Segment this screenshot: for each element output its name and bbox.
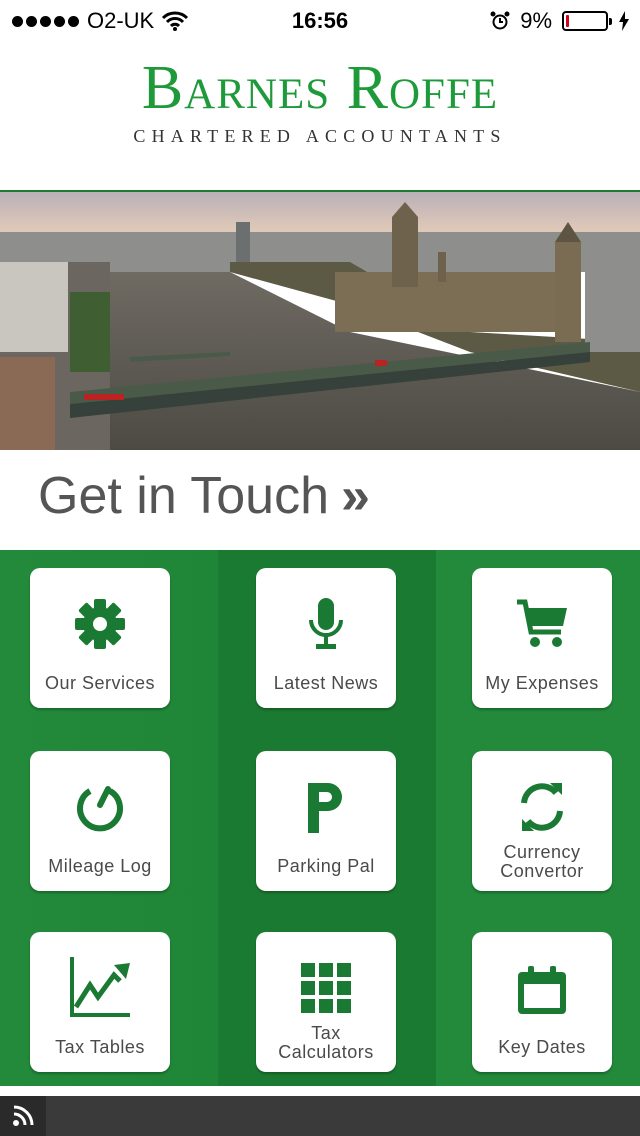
tile-our-services[interactable]: Our Services	[30, 568, 170, 708]
get-in-touch-label: Get in Touch	[38, 467, 330, 525]
tile-mileage-log[interactable]: Mileage Log	[30, 751, 170, 891]
status-right: 9%	[490, 8, 630, 34]
feature-grid: Our Services Latest News My Expenses Mil…	[0, 550, 640, 1086]
tile-label: Mileage Log	[48, 856, 152, 876]
tile-label: Parking Pal	[277, 856, 375, 876]
gear-icon	[30, 596, 170, 652]
charging-bolt-icon	[619, 11, 629, 31]
brand-tagline: CHARTERED ACCOUNTANTS	[133, 126, 507, 146]
tile-label-line2: Calculators	[278, 1042, 374, 1062]
tile-label: Our Services	[44, 673, 156, 693]
grid-icon	[256, 962, 396, 1014]
microphone-icon	[256, 596, 396, 652]
tile-label: Key Dates	[498, 1037, 586, 1057]
power-icon	[30, 779, 170, 835]
chevron-right-icon: »	[341, 467, 370, 525]
tile-tax-tables[interactable]: Tax Tables	[30, 932, 170, 1072]
tile-label: My Expenses	[485, 673, 599, 693]
line-chart-icon	[30, 954, 170, 1020]
tile-label: Tax Tables	[55, 1037, 145, 1057]
tile-label: Tax Calculators	[256, 1024, 396, 1062]
tile-label: Latest News	[273, 673, 379, 693]
hero-image	[0, 192, 640, 450]
alarm-icon	[490, 11, 510, 30]
tile-currency-convertor[interactable]: Currency Convertor	[472, 751, 612, 891]
tile-label: Currency Convertor	[472, 843, 612, 881]
tile-tax-calculators[interactable]: Tax Calculators	[256, 932, 396, 1072]
status-bar: O2-UK 16:56 9%	[0, 0, 640, 40]
footer-gap	[0, 1086, 640, 1096]
tile-parking-pal[interactable]: Parking Pal	[256, 751, 396, 891]
parking-icon	[256, 779, 396, 835]
tile-my-expenses[interactable]: My Expenses	[472, 568, 612, 708]
tile-key-dates[interactable]: Key Dates	[472, 932, 612, 1072]
brand-logo: Barnes Roffe CHARTERED ACCOUNTANTS	[0, 56, 640, 147]
london-westminster-photo	[0, 192, 640, 450]
rss-icon[interactable]	[0, 1096, 46, 1136]
get-in-touch-banner[interactable]: Get in Touch»	[0, 450, 640, 550]
tile-label-line1: Tax	[311, 1023, 341, 1043]
battery-level	[566, 15, 569, 27]
battery-percent: 9%	[520, 8, 552, 33]
tile-label-line2: Convertor	[500, 861, 584, 881]
battery-icon	[562, 11, 612, 31]
tile-label-line1: Currency	[503, 842, 581, 862]
tile-latest-news[interactable]: Latest News	[256, 568, 396, 708]
footer-bar	[0, 1096, 640, 1136]
refresh-icon	[472, 779, 612, 835]
brand-name: Barnes Roffe	[141, 54, 499, 122]
shopping-cart-icon	[472, 596, 612, 652]
calendar-icon	[472, 962, 612, 1018]
get-in-touch-link[interactable]: Get in Touch»	[38, 466, 370, 526]
